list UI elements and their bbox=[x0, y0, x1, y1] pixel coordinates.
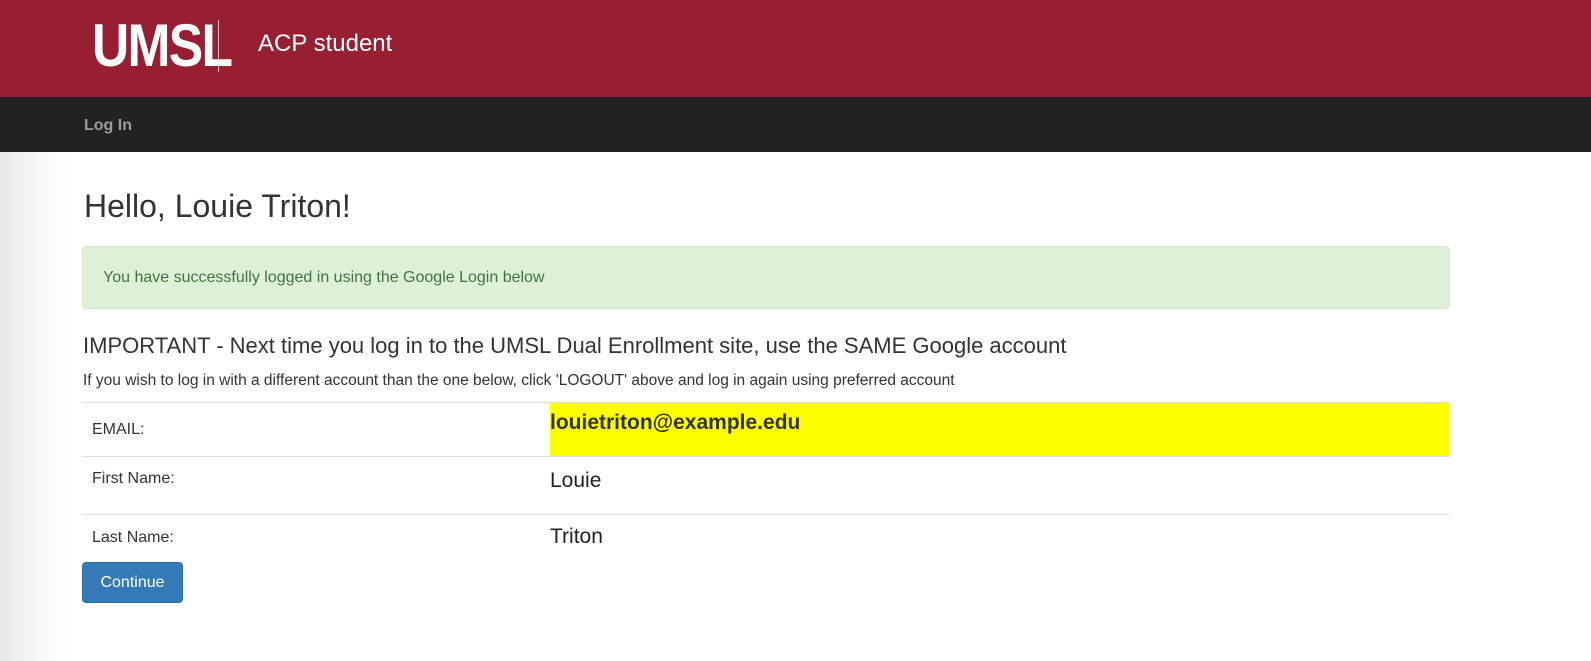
first-name-label: First Name: bbox=[92, 470, 175, 487]
logo-divider bbox=[218, 20, 219, 72]
last-name-value: Triton bbox=[550, 525, 603, 548]
site-header: UMSL ACP student bbox=[0, 0, 1591, 97]
continue-button[interactable]: Continue bbox=[82, 562, 183, 603]
table-row-first-name: First Name: Louie bbox=[82, 456, 1450, 515]
instruction-text: If you wish to log in with a different a… bbox=[83, 372, 955, 389]
first-name-value: Louie bbox=[550, 469, 602, 492]
table-row-last-name: Last Name: Triton bbox=[82, 514, 1450, 574]
app-title: ACP student bbox=[258, 30, 393, 57]
table-row-email: EMAIL: louietriton@example.edu bbox=[82, 402, 1450, 457]
email-value: louietriton@example.edu bbox=[550, 402, 1450, 457]
important-heading: IMPORTANT - Next time you log in to the … bbox=[83, 333, 1067, 358]
email-label: EMAIL: bbox=[92, 420, 145, 438]
umsl-logo[interactable]: UMSL bbox=[92, 16, 233, 76]
nav-log-in-link[interactable]: Log In bbox=[84, 117, 132, 135]
top-navbar: Log In bbox=[0, 97, 1591, 152]
left-edge-shadow bbox=[0, 152, 70, 661]
page-title: Hello, Louie Triton! bbox=[84, 188, 351, 224]
account-info-table: EMAIL: louietriton@example.edu First Nam… bbox=[82, 402, 1450, 573]
alert-message: You have successfully logged in using th… bbox=[103, 269, 545, 286]
success-alert: You have successfully logged in using th… bbox=[82, 246, 1450, 309]
